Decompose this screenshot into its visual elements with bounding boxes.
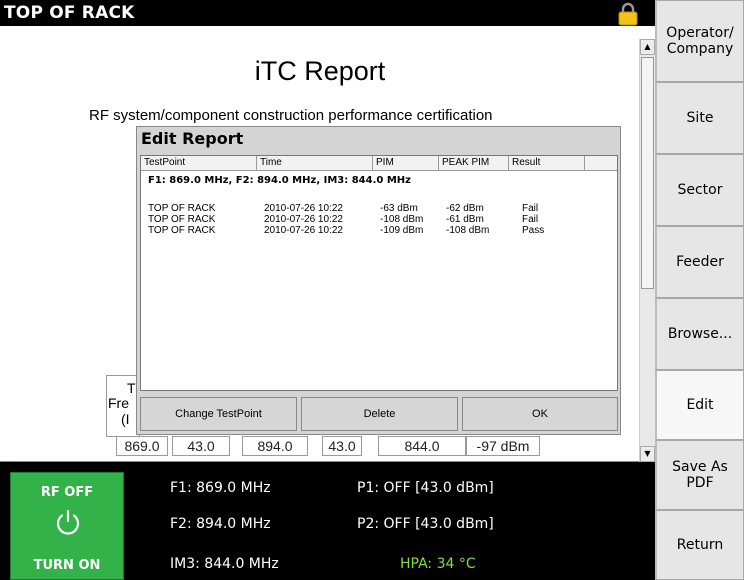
softkey-save-as-pdf[interactable]: Save As PDF: [655, 440, 744, 510]
cell-peak-pim: -62 dBm: [446, 203, 484, 214]
cell-testpoint: TOP OF RACK: [148, 203, 216, 214]
rf-action-label: TURN ON: [33, 558, 101, 573]
window-title: TOP OF RACK: [4, 3, 135, 23]
cell-pim: -63 dBm: [380, 203, 418, 214]
column-header-pim[interactable]: PIM: [373, 156, 439, 170]
softkey-site[interactable]: Site: [655, 82, 744, 154]
softkey-feeder[interactable]: Feeder: [655, 226, 744, 298]
dialog-title: Edit Report: [141, 129, 244, 148]
status-bar: RF OFF TURN ON F1: 869.0 MHz F2: 894.0 M…: [0, 462, 655, 580]
report-subtitle: RF system/component construction perform…: [89, 107, 493, 124]
cell-peak-pim: -61 dBm: [446, 214, 484, 225]
status-im3: IM3: 844.0 MHz: [170, 556, 279, 572]
report-title: iTC Report: [254, 56, 386, 86]
delete-button[interactable]: Delete: [301, 397, 458, 431]
cell-result: Pass: [522, 225, 545, 236]
softkey-panel: Operator/ Company Site Sector Feeder Bro…: [655, 0, 744, 580]
summary-fragment-3: (I: [121, 411, 130, 427]
summary-table-fragment: T Fre (I: [106, 375, 140, 437]
status-hpa: HPA: 34 °C: [400, 556, 476, 572]
summary-fragment-1: T: [127, 380, 136, 396]
scroll-down-icon[interactable]: ▼: [640, 446, 655, 462]
column-header-testpoint[interactable]: TestPoint: [141, 156, 257, 170]
status-p2: P2: OFF [43.0 dBm]: [357, 516, 494, 532]
cell-testpoint: TOP OF RACK: [148, 225, 216, 236]
table-row[interactable]: TOP OF RACK 2010-07-26 10:22 -63 dBm -62…: [141, 203, 617, 214]
frequency-line: F1: 869.0 MHz, F2: 894.0 MHz, IM3: 844.0…: [148, 175, 411, 186]
cell-peak-pim: -108 dBm: [446, 225, 490, 236]
column-header-time[interactable]: Time: [257, 156, 373, 170]
power-icon: [56, 509, 80, 535]
testpoint-list[interactable]: TestPoint Time PIM PEAK PIM Result F1: 8…: [140, 155, 618, 391]
scroll-thumb[interactable]: [641, 57, 654, 289]
title-bar: TOP OF RACK: [0, 0, 655, 26]
softkey-return[interactable]: Return: [655, 510, 744, 580]
cell-time: 2010-07-26 10:22: [264, 225, 343, 236]
column-header-result[interactable]: Result: [509, 156, 585, 170]
list-header: TestPoint Time PIM PEAK PIM Result: [141, 156, 617, 171]
summary-fragment-2: Fre: [108, 395, 129, 411]
summary-value: 844.0: [378, 436, 466, 456]
summary-value: -97 dBm: [466, 436, 540, 456]
table-row[interactable]: TOP OF RACK 2010-07-26 10:22 -108 dBm -6…: [141, 214, 617, 225]
summary-value: 43.0: [322, 436, 362, 456]
rf-toggle-button[interactable]: RF OFF TURN ON: [10, 472, 124, 580]
summary-value: 894.0: [242, 436, 308, 456]
cell-time: 2010-07-26 10:22: [264, 203, 343, 214]
status-f1: F1: 869.0 MHz: [170, 480, 271, 496]
summary-value: 869.0: [116, 436, 168, 456]
cell-time: 2010-07-26 10:22: [264, 214, 343, 225]
lock-icon: [618, 2, 638, 26]
softkey-browse[interactable]: Browse...: [655, 298, 744, 370]
cell-result: Fail: [522, 214, 539, 225]
table-row[interactable]: TOP OF RACK 2010-07-26 10:22 -109 dBm -1…: [141, 225, 617, 236]
softkey-operator-company[interactable]: Operator/ Company: [655, 0, 744, 82]
cell-pim: -108 dBm: [380, 214, 424, 225]
edit-report-dialog: Edit Report TestPoint Time PIM PEAK PIM …: [136, 126, 621, 435]
softkey-edit[interactable]: Edit: [655, 370, 744, 440]
column-header-peak-pim[interactable]: PEAK PIM: [439, 156, 509, 170]
scroll-up-icon[interactable]: ▲: [640, 39, 655, 55]
cell-testpoint: TOP OF RACK: [148, 214, 216, 225]
rf-state-label: RF OFF: [40, 485, 94, 500]
cell-pim: -109 dBm: [380, 225, 424, 236]
vertical-scrollbar[interactable]: ▲ ▼: [639, 39, 655, 462]
status-f2: F2: 894.0 MHz: [170, 516, 271, 532]
softkey-sector[interactable]: Sector: [655, 154, 744, 226]
status-p1: P1: OFF [43.0 dBm]: [357, 480, 494, 496]
change-testpoint-button[interactable]: Change TestPoint: [140, 397, 297, 431]
ok-button[interactable]: OK: [462, 397, 618, 431]
cell-result: Fail: [522, 203, 539, 214]
summary-value: 43.0: [172, 436, 230, 456]
